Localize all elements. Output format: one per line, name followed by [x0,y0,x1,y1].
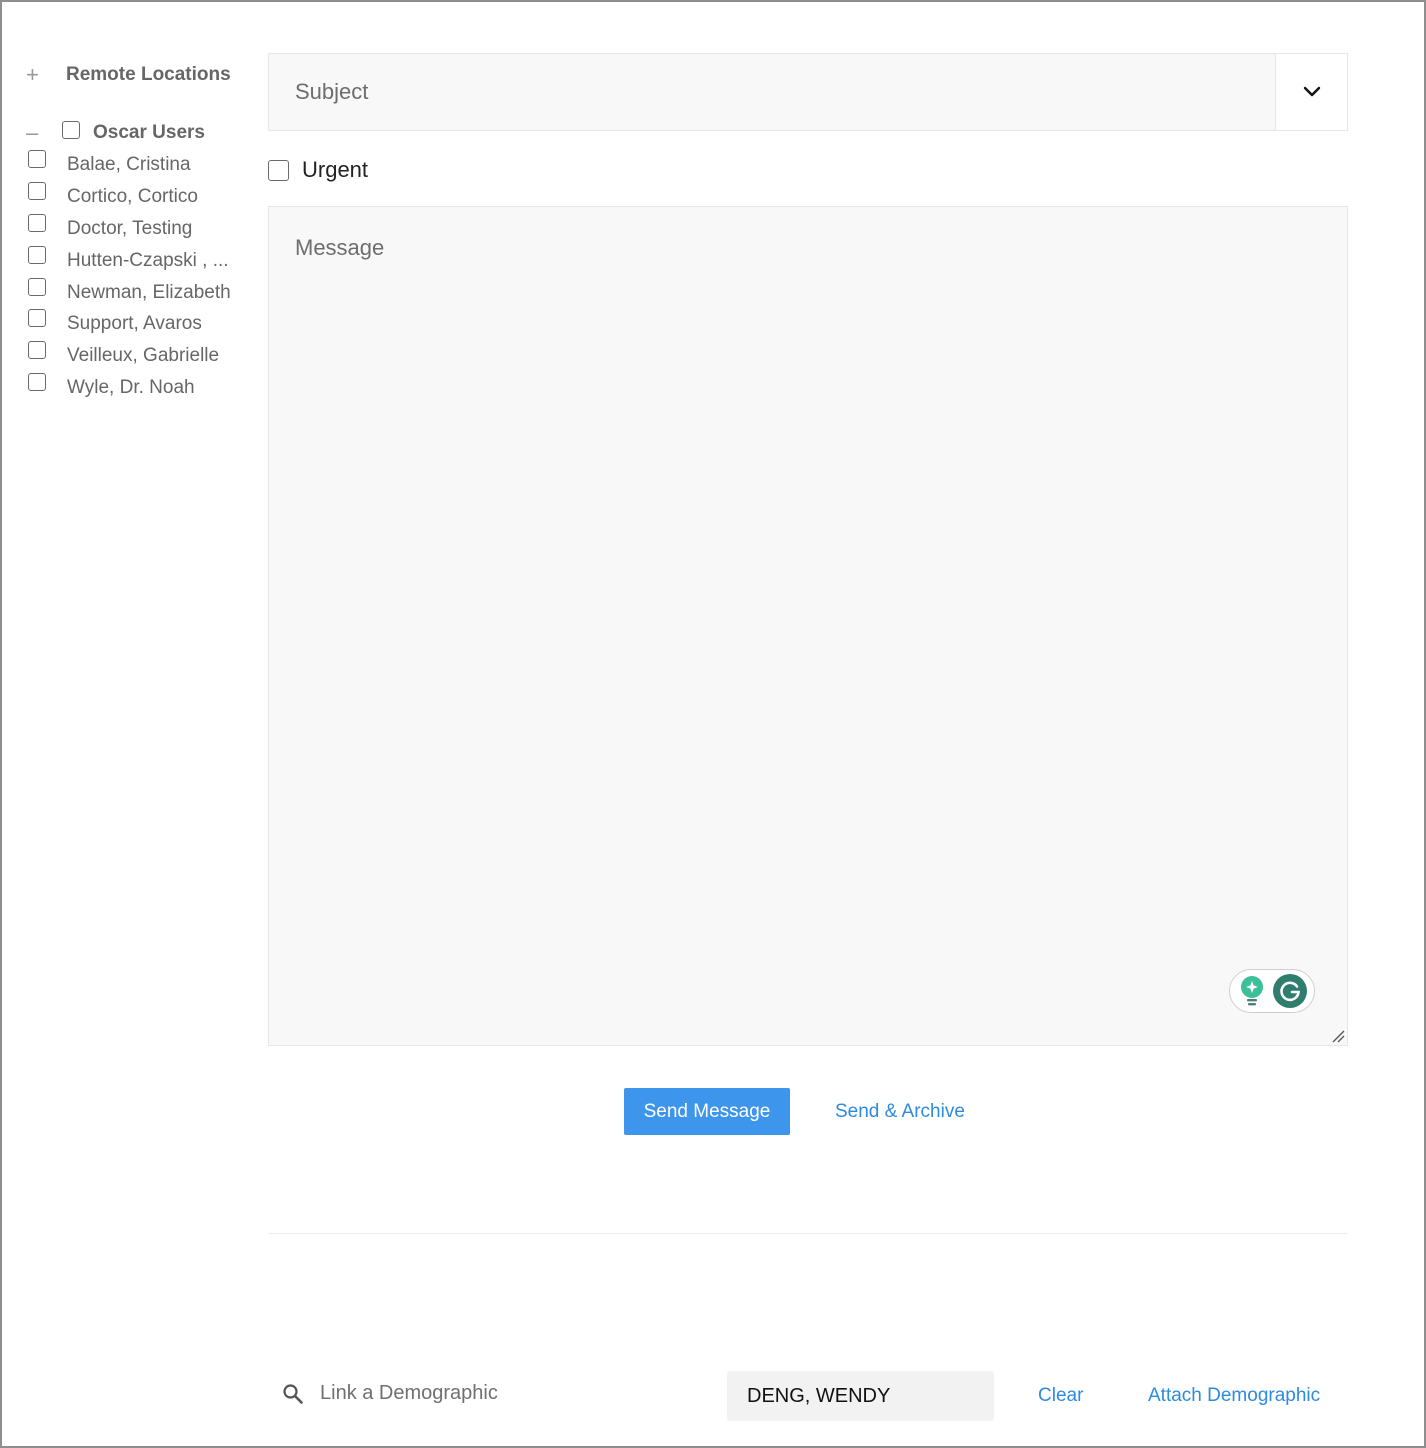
user-name: Cortico, Cortico [67,185,198,207]
user-name: Wyle, Dr. Noah [67,377,195,399]
user-name: Balae, Cristina [67,154,191,175]
message-placeholder: Message [295,235,385,260]
send-message-button[interactable]: Send Message [624,1088,790,1135]
user-checkbox[interactable] [28,181,46,200]
subject-input[interactable]: Subject [268,53,1276,131]
user-name: Hutten-Czapski , ... [67,249,229,271]
list-item[interactable]: Doctor, Testing [28,212,231,244]
list-item[interactable]: Veilleux, Gabrielle [28,339,231,371]
user-list: Balae, Cristina Cortico, Cortico Doctor,… [28,148,231,403]
remote-locations-label: Remote Locations [66,64,231,85]
remote-locations-group[interactable]: + Remote Locations [24,62,231,88]
grammarly-logo-icon[interactable] [1272,974,1307,1008]
oscar-users-group[interactable]: – Oscar Users [26,120,205,146]
oscar-users-label: Oscar Users [93,122,205,143]
subject-template-dropdown[interactable] [1276,53,1348,131]
send-actions: Send Message Send & Archive [624,1088,965,1135]
user-name: Veilleux, Gabrielle [67,345,220,367]
oscar-users-checkbox[interactable] [62,121,80,139]
user-name: Newman, Elizabeth [67,281,231,303]
compose-message-window: + Remote Locations – Oscar Users Balae, … [0,0,1426,1448]
selected-demographic-field[interactable]: DENG, WENDY [727,1371,994,1421]
user-checkbox[interactable] [28,309,46,328]
demographic-search-input[interactable]: Link a Demographic [282,1382,498,1405]
user-checkbox[interactable] [28,150,46,168]
grammarly-bulb-icon[interactable] [1238,975,1266,1007]
urgent-checkbox[interactable] [268,159,289,181]
plus-icon[interactable]: + [26,62,48,88]
chevron-down-icon [1303,86,1320,97]
message-textarea[interactable]: Message [268,206,1348,1046]
grammarly-widget[interactable] [1229,969,1315,1013]
send-archive-link[interactable]: Send & Archive [835,1101,965,1123]
user-checkbox[interactable] [28,373,46,392]
urgent-label: Urgent [302,157,369,182]
user-checkbox[interactable] [28,341,46,360]
subject-row: Subject [268,53,1348,131]
attach-demographic-link[interactable]: Attach Demographic [1148,1385,1320,1407]
user-name: Support, Avaros [67,313,202,335]
user-checkbox[interactable] [28,277,46,296]
list-item[interactable]: Cortico, Cortico [28,180,231,212]
subject-placeholder: Subject [295,79,369,104]
search-icon [283,1383,303,1404]
list-item[interactable]: Newman, Elizabeth [28,276,231,308]
user-checkbox[interactable] [28,213,46,232]
resize-handle-icon[interactable] [1331,1029,1345,1043]
list-item[interactable]: Balae, Cristina [28,148,231,180]
user-checkbox[interactable] [28,245,46,264]
list-item[interactable]: Support, Avaros [28,307,231,339]
divider [268,1233,1348,1234]
user-name: Doctor, Testing [67,217,193,239]
demographic-search-placeholder: Link a Demographic [320,1382,498,1404]
urgent-option[interactable]: Urgent [268,157,368,183]
list-item[interactable]: Wyle, Dr. Noah [28,371,231,403]
list-item[interactable]: Hutten-Czapski , ... [28,244,231,276]
minus-icon[interactable]: – [26,120,48,146]
clear-demographic-link[interactable]: Clear [1038,1385,1083,1407]
